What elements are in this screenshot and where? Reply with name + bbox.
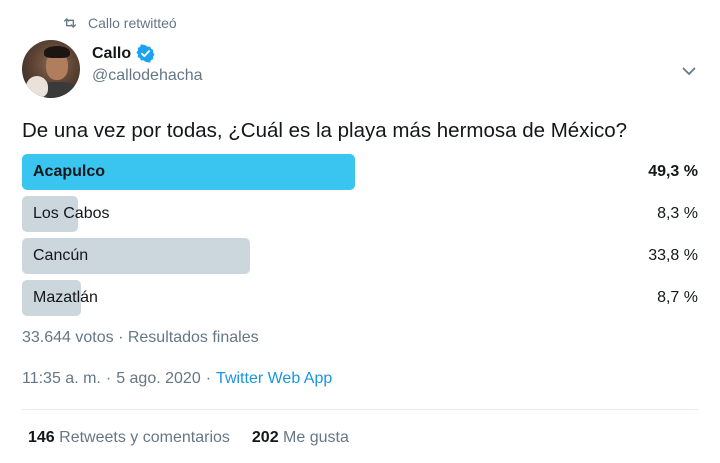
retweet-icon (64, 18, 76, 28)
poll-option-label: Los Cabos (33, 205, 110, 222)
author-display-name[interactable]: Callo (92, 45, 131, 63)
poll-option[interactable]: Acapulco 49,3 % (22, 154, 698, 190)
author-block[interactable]: Callo @callodehacha (92, 44, 203, 85)
poll-summary: 33.644 votos · Resultados finales (22, 329, 259, 346)
poll-option-percent: 8,7 % (657, 289, 698, 306)
poll-option-percent: 49,3 % (648, 163, 698, 180)
chevron-down-icon (682, 67, 696, 75)
tweet-text: De una vez por todas, ¿Cuál es la playa … (22, 119, 628, 142)
divider (22, 409, 698, 410)
retweets-count: 146 (28, 429, 55, 446)
likes-count: 202 (251, 429, 279, 446)
poll-option-label: Cancún (33, 247, 89, 264)
tweet-meta: 11:35 a. m. · 5 ago. 2020 · Twitter Web … (22, 370, 332, 388)
meta-separator: · (205, 370, 212, 387)
retweets-stat[interactable]: 146 Retweets y comentarios (28, 429, 230, 447)
retweet-label: Callo retwitteó (88, 15, 177, 31)
verified-badge-icon (136, 44, 155, 63)
poll-option[interactable]: Cancún 33,8 % (22, 238, 698, 274)
retweets-label: Retweets y comentarios (59, 429, 230, 446)
likes-stat[interactable]: 202 Me gusta (252, 429, 349, 447)
tweet-menu-button[interactable] (678, 60, 700, 82)
avatar[interactable] (22, 40, 80, 98)
poll-option-label: Mazatlán (33, 289, 98, 306)
tweet-stats: 146 Retweets y comentarios 202 Me gusta (28, 429, 349, 447)
retweet-indicator: Callo retwitteó (62, 12, 177, 34)
poll: Acapulco 49,3 % Los Cabos 8,3 % Cancún 3… (22, 154, 698, 322)
poll-option-percent: 8,3 % (657, 205, 698, 222)
poll-option-percent: 33,8 % (648, 247, 698, 264)
poll-option[interactable]: Los Cabos 8,3 % (22, 196, 698, 232)
meta-separator: · (105, 370, 112, 387)
poll-option-label: Acapulco (33, 163, 106, 180)
tweet-time[interactable]: 11:35 a. m. (22, 370, 101, 388)
poll-option[interactable]: Mazatlán 8,7 % (22, 280, 698, 316)
author-handle[interactable]: @callodehacha (92, 67, 203, 85)
tweet-date[interactable]: 5 ago. 2020 (116, 370, 201, 388)
source-app-link[interactable]: Twitter Web App (216, 370, 332, 388)
likes-label: Me gusta (283, 429, 349, 446)
